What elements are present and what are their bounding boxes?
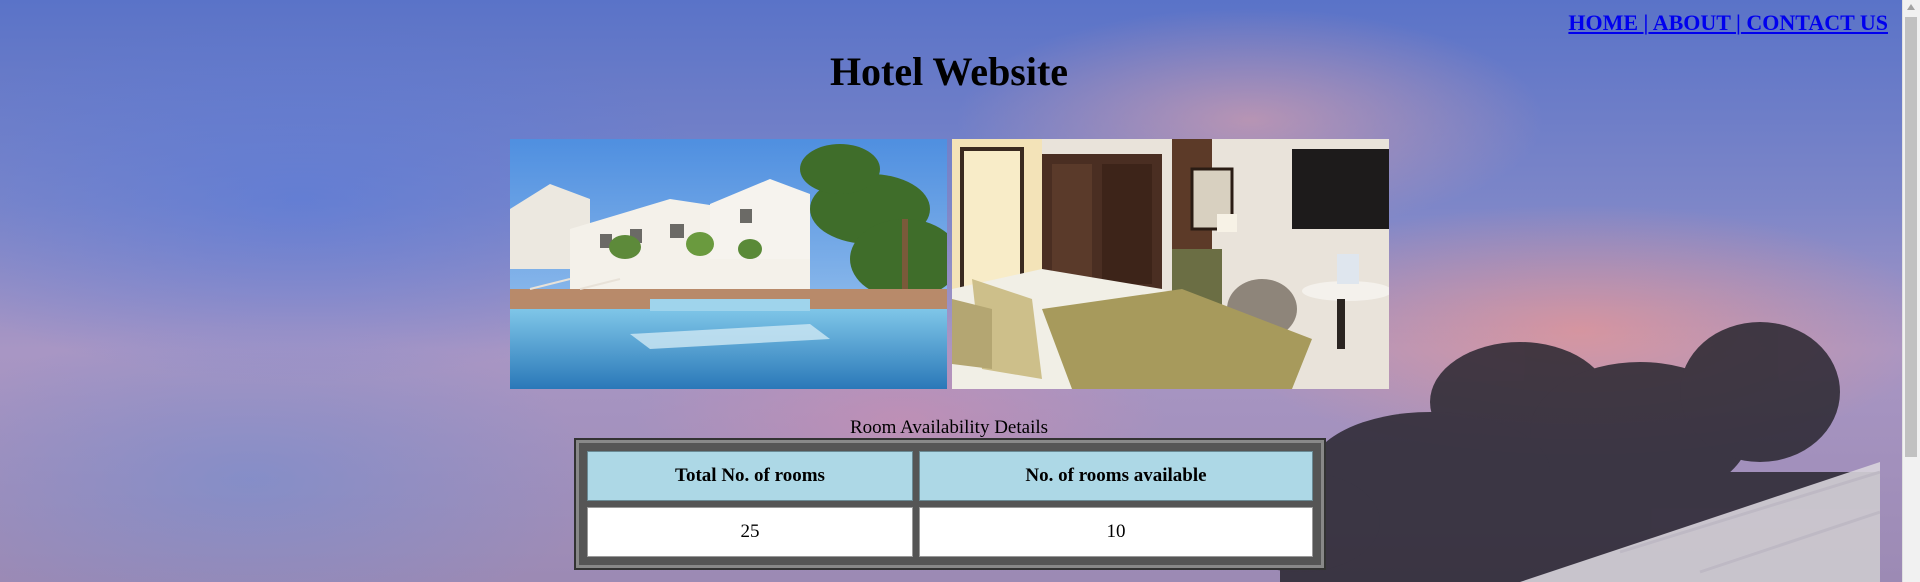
table-header-row: Total No. of rooms No. of rooms availabl…	[587, 451, 1313, 501]
hotel-pool-photo	[510, 139, 947, 389]
page-title: Hotel Website	[829, 49, 1069, 94]
vertical-scrollbar[interactable]	[1902, 0, 1920, 582]
hotel-room-photo	[952, 139, 1389, 389]
nav-link-about[interactable]: ABOUT	[1648, 10, 1736, 35]
header-rooms-available: No. of rooms available	[919, 451, 1313, 501]
scroll-up-arrow-icon[interactable]	[1907, 4, 1915, 10]
photo-gallery	[510, 139, 1389, 389]
top-navigation: HOME | ABOUT | CONTACT US	[1568, 10, 1888, 36]
header-total-rooms: Total No. of rooms	[587, 451, 913, 501]
cell-rooms-available: 10	[919, 507, 1313, 557]
nav-link-home[interactable]: HOME	[1568, 10, 1643, 35]
availability-caption: Room Availability Details	[849, 417, 1049, 438]
scrollbar-thumb[interactable]	[1905, 17, 1917, 457]
nav-link-contact-us[interactable]: CONTACT US	[1741, 10, 1888, 35]
availability-table-frame: Total No. of rooms No. of rooms availabl…	[576, 440, 1324, 568]
cell-total-rooms: 25	[587, 507, 913, 557]
table-row: 25 10	[587, 507, 1313, 557]
availability-table: Total No. of rooms No. of rooms availabl…	[581, 445, 1319, 563]
